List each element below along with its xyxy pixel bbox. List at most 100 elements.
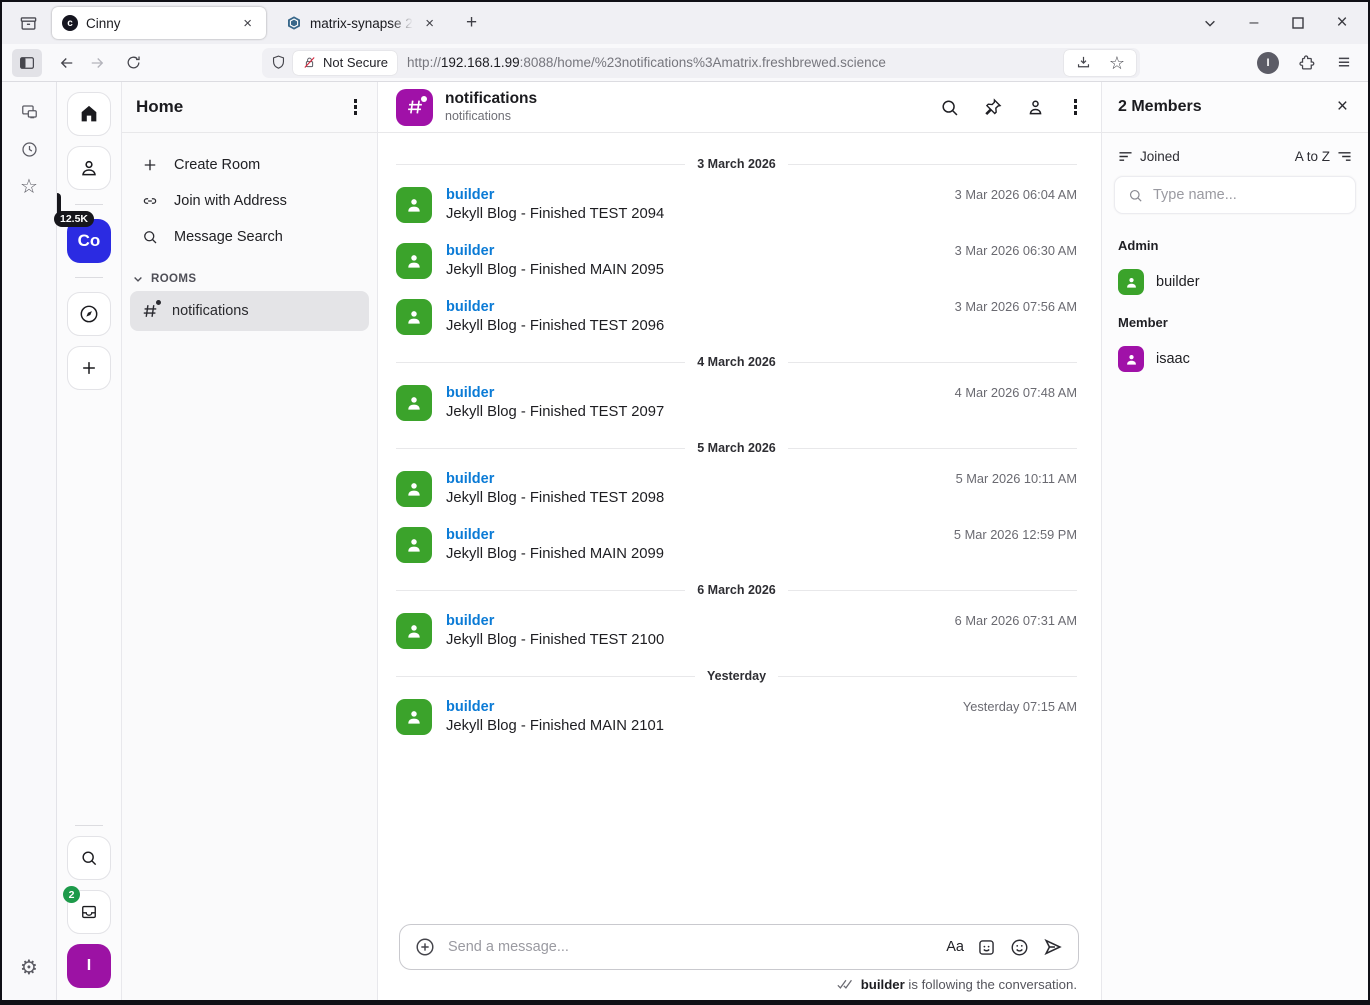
- room-options-kebab-icon[interactable]: [1068, 93, 1084, 121]
- date-divider: 4 March 2026: [396, 355, 1077, 369]
- back-button[interactable]: [52, 49, 82, 77]
- message-timestamp: 6 Mar 2026 07:31 AM: [955, 613, 1077, 628]
- space-avatar-co[interactable]: Co 12.5K: [67, 219, 111, 263]
- new-tab-button[interactable]: +: [454, 12, 489, 34]
- close-icon[interactable]: ×: [1333, 94, 1352, 120]
- window-close-button[interactable]: ×: [1320, 6, 1364, 40]
- history-clock-icon[interactable]: [13, 134, 45, 164]
- security-chip[interactable]: Not Secure: [293, 51, 397, 75]
- bookmarks-star-icon[interactable]: ☆: [13, 172, 45, 202]
- unread-count-badge: 12.5K: [54, 211, 94, 227]
- message-list: 3 March 2026 builder3 Mar 2026 06:04 AM …: [378, 133, 1101, 920]
- window-maximize-button[interactable]: [1276, 6, 1320, 40]
- message-timestamp: 3 Mar 2026 06:30 AM: [955, 243, 1077, 258]
- message: builder3 Mar 2026 06:30 AM Jekyll Blog -…: [396, 243, 1077, 279]
- rooms-category[interactable]: ROOMS: [132, 273, 367, 285]
- search-icon: [140, 228, 160, 246]
- archive-box-icon[interactable]: [12, 9, 44, 37]
- sender-avatar[interactable]: [396, 299, 432, 335]
- sidebar-toggle-icon[interactable]: [12, 49, 42, 77]
- explore-compass-button[interactable]: [67, 292, 111, 336]
- emoji-icon[interactable]: [1009, 937, 1030, 958]
- filter-icon: [1118, 150, 1133, 163]
- member-avatar: [1118, 269, 1144, 295]
- menu-hamburger-icon[interactable]: ≡: [1328, 49, 1360, 77]
- sender-avatar[interactable]: [396, 699, 432, 735]
- url-bar[interactable]: Not Secure http://192.168.1.99:8088/home…: [262, 48, 1140, 78]
- tab-close-icon[interactable]: ×: [421, 14, 438, 33]
- membership-filter[interactable]: Joined: [1118, 149, 1180, 164]
- search-button[interactable]: [67, 836, 111, 880]
- message-sender[interactable]: builder: [446, 299, 494, 315]
- settings-gear-icon[interactable]: ⚙: [13, 952, 45, 982]
- browser-titlebar: c Cinny × matrix-synapse 2.0.13 · wrenix…: [2, 2, 1368, 44]
- message-sender[interactable]: builder: [446, 527, 494, 543]
- bookmark-star-icon[interactable]: ☆: [1102, 49, 1132, 77]
- message-text: Jekyll Blog - Finished TEST 2096: [446, 318, 1077, 334]
- sender-avatar[interactable]: [396, 613, 432, 649]
- room-item-notifications[interactable]: notifications: [130, 291, 369, 331]
- inbox-button[interactable]: 2: [67, 890, 111, 934]
- sticker-icon[interactable]: [976, 937, 997, 958]
- member-row-builder[interactable]: builder: [1102, 263, 1368, 301]
- sender-avatar[interactable]: [396, 385, 432, 421]
- extensions-puzzle-icon[interactable]: [1290, 49, 1322, 77]
- message-timestamp: 4 Mar 2026 07:48 AM: [955, 385, 1077, 400]
- shield-icon[interactable]: [270, 54, 287, 71]
- pinned-messages-icon[interactable]: [982, 97, 1003, 118]
- sender-avatar[interactable]: [396, 187, 432, 223]
- send-icon[interactable]: [1042, 936, 1064, 958]
- hash-globe-icon: [140, 301, 160, 321]
- sort-order[interactable]: A to Z: [1295, 149, 1352, 164]
- browser-toolbar: Not Secure http://192.168.1.99:8088/home…: [2, 44, 1368, 82]
- profile-avatar[interactable]: I: [1252, 49, 1284, 77]
- message-text: Jekyll Blog - Finished MAIN 2101: [446, 718, 1077, 734]
- join-with-address-item[interactable]: Join with Address: [130, 183, 369, 219]
- forward-button[interactable]: [82, 49, 112, 77]
- home-title: Home: [136, 97, 183, 117]
- home-panel: Home Create Room Join with Address Messa…: [121, 82, 378, 1000]
- message-sender[interactable]: builder: [446, 699, 494, 715]
- downloads-icon[interactable]: [1068, 49, 1098, 77]
- members-icon[interactable]: [1025, 97, 1046, 118]
- browser-tab-cinny[interactable]: c Cinny ×: [52, 7, 266, 39]
- message-sender[interactable]: builder: [446, 385, 494, 401]
- sender-avatar[interactable]: [396, 471, 432, 507]
- add-space-button[interactable]: [67, 346, 111, 390]
- message-sender[interactable]: builder: [446, 187, 494, 203]
- message-sender[interactable]: builder: [446, 471, 494, 487]
- message-timestamp: Yesterday 07:15 AM: [963, 699, 1077, 714]
- member-name: builder: [1156, 274, 1200, 290]
- message: builder Yesterday 07:15 AM Jekyll Blog - …: [396, 699, 1077, 735]
- room-avatar[interactable]: [396, 89, 433, 126]
- member-row-isaac[interactable]: isaac: [1102, 340, 1368, 378]
- tab-close-icon[interactable]: ×: [239, 14, 256, 33]
- room-search-icon[interactable]: [939, 97, 960, 118]
- create-room-item[interactable]: Create Room: [130, 147, 369, 183]
- window-minimize-button[interactable]: –: [1232, 6, 1276, 40]
- member-search-input[interactable]: [1153, 187, 1343, 203]
- composer-input[interactable]: [448, 939, 934, 955]
- member-search[interactable]: [1114, 176, 1356, 214]
- home-options-kebab-icon[interactable]: [348, 93, 364, 121]
- message-sender[interactable]: builder: [446, 613, 494, 629]
- inbox-unread-badge: 2: [63, 886, 80, 903]
- direct-messages-button[interactable]: [67, 146, 111, 190]
- sender-avatar[interactable]: [396, 527, 432, 563]
- tab-list-chevron-icon[interactable]: [1188, 6, 1232, 40]
- synced-tabs-icon[interactable]: [13, 96, 45, 126]
- message-composer[interactable]: Aa: [399, 924, 1079, 970]
- reload-button[interactable]: [118, 49, 148, 77]
- message-sender[interactable]: builder: [446, 243, 494, 259]
- browser-tab-matrix-synapse[interactable]: matrix-synapse 2.0.13 · wrenix/m ×: [276, 7, 448, 39]
- sender-avatar[interactable]: [396, 243, 432, 279]
- url-text: http://192.168.1.99:8088/home/%23notific…: [407, 55, 1064, 70]
- message-search-item[interactable]: Message Search: [130, 219, 369, 255]
- text-format-button[interactable]: Aa: [946, 939, 964, 955]
- role-label-admin: Admin: [1118, 238, 1352, 253]
- home-button[interactable]: [67, 92, 111, 136]
- message-timestamp: 3 Mar 2026 06:04 AM: [955, 187, 1077, 202]
- message: builder4 Mar 2026 07:48 AM Jekyll Blog -…: [396, 385, 1077, 421]
- attach-plus-circle-icon[interactable]: [414, 936, 436, 958]
- user-avatar[interactable]: I: [67, 944, 111, 988]
